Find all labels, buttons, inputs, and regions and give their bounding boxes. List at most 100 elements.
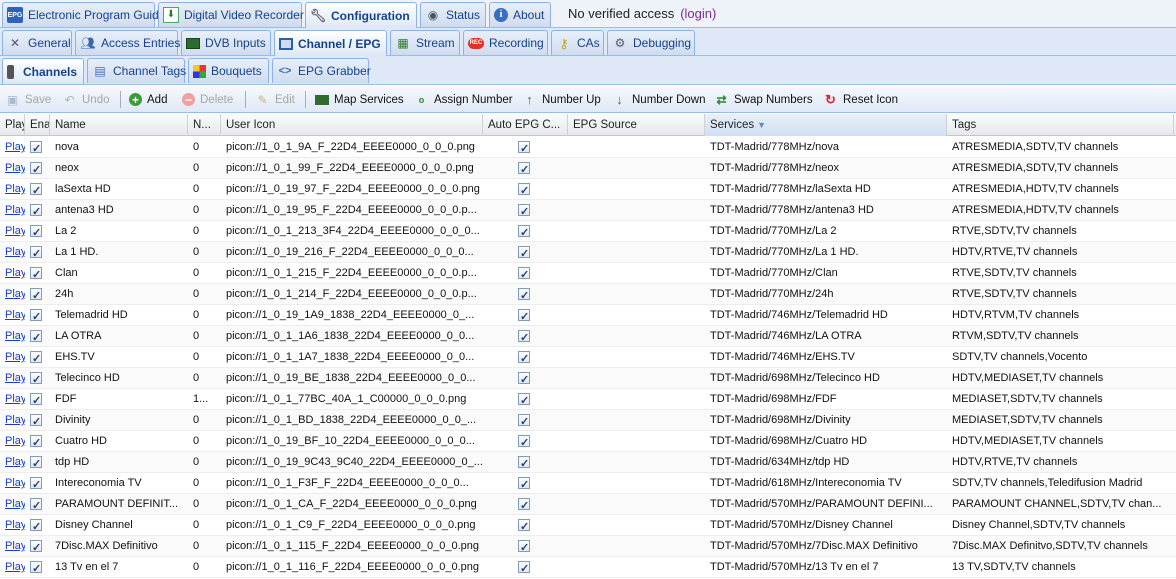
- auto-epg-checkbox[interactable]: [518, 307, 530, 325]
- play-link[interactable]: Play: [5, 141, 25, 153]
- play-link[interactable]: Play: [5, 309, 25, 321]
- auto-epg-checkbox[interactable]: [518, 412, 530, 430]
- auto-epg-checkbox[interactable]: [518, 454, 530, 472]
- number-down-button[interactable]: ↓ Number Down: [612, 90, 705, 109]
- table-row[interactable]: Play La 1 HD. 0 picon://1_0_19_216_F_22D4_E…: [0, 242, 1176, 263]
- auto-epg-checkbox[interactable]: [518, 370, 530, 388]
- login-link[interactable]: (login): [680, 6, 716, 21]
- enabled-checkbox[interactable]: [30, 244, 42, 262]
- play-link[interactable]: Play: [5, 204, 25, 216]
- enabled-checkbox[interactable]: [30, 307, 42, 325]
- enabled-checkbox[interactable]: [30, 454, 42, 472]
- tab-channels[interactable]: Channels: [2, 58, 84, 84]
- enabled-checkbox[interactable]: [30, 265, 42, 283]
- play-link[interactable]: Play: [5, 456, 25, 468]
- auto-epg-checkbox[interactable]: [518, 265, 530, 283]
- tab-bouquets[interactable]: Bouquets: [188, 58, 269, 83]
- play-link[interactable]: Play: [5, 162, 25, 174]
- tab-access-entries[interactable]: 👥︎ Access Entries: [75, 30, 180, 55]
- table-row[interactable]: Play nova 0 picon://1_0_1_9A_F_22D4_EEEE000…: [0, 137, 1176, 158]
- add-button[interactable]: + Add: [129, 90, 167, 109]
- col-header-tags[interactable]: Tags: [947, 114, 1174, 136]
- auto-epg-checkbox[interactable]: [518, 202, 530, 220]
- table-row[interactable]: Play Clan 0 picon://1_0_1_215_F_22D4_EEEE00…: [0, 263, 1176, 284]
- play-link[interactable]: Play: [5, 183, 25, 195]
- auto-epg-checkbox[interactable]: [518, 433, 530, 451]
- auto-epg-checkbox[interactable]: [518, 244, 530, 262]
- table-row[interactable]: Play LA OTRA 0 picon://1_0_1_1A6_1838_22D4_…: [0, 326, 1176, 347]
- enabled-checkbox[interactable]: [30, 370, 42, 388]
- col-header-auto-epg[interactable]: Auto EPG C...: [483, 114, 568, 136]
- auto-epg-checkbox[interactable]: [518, 517, 530, 535]
- play-link[interactable]: Play: [5, 498, 25, 510]
- play-link[interactable]: Play: [5, 225, 25, 237]
- enabled-checkbox[interactable]: [30, 202, 42, 220]
- play-link[interactable]: Play: [5, 246, 25, 258]
- enabled-checkbox[interactable]: [30, 475, 42, 493]
- table-row[interactable]: Play EHS.TV 0 picon://1_0_1_1A7_1838_22D4_E…: [0, 347, 1176, 368]
- enabled-checkbox[interactable]: [30, 223, 42, 241]
- tab-dvr[interactable]: ⬇ Digital Video Recorder: [158, 2, 304, 27]
- auto-epg-checkbox[interactable]: [518, 475, 530, 493]
- enabled-checkbox[interactable]: [30, 391, 42, 409]
- tab-about[interactable]: i About: [489, 2, 551, 27]
- tab-channel-tags[interactable]: ▤ Channel Tags: [87, 58, 186, 83]
- enabled-checkbox[interactable]: [30, 496, 42, 514]
- tab-epg[interactable]: EPG Electronic Program Guide: [2, 2, 165, 27]
- play-link[interactable]: Play: [5, 519, 25, 531]
- swap-numbers-button[interactable]: ⇄ Swap Numbers: [714, 90, 812, 109]
- play-link[interactable]: Play: [5, 330, 25, 342]
- table-row[interactable]: Play 24h 0 picon://1_0_1_214_F_22D4_EEEE000…: [0, 284, 1176, 305]
- delete-button[interactable]: − Delete: [182, 90, 233, 109]
- play-link[interactable]: Play: [5, 414, 25, 426]
- table-row[interactable]: Play Intereconomia TV 0 picon://1_0_1_F3F_F…: [0, 473, 1176, 494]
- play-link[interactable]: Play: [5, 288, 25, 300]
- tab-stream[interactable]: ▦ Stream: [390, 30, 460, 55]
- play-link[interactable]: Play: [5, 267, 25, 279]
- tab-epg-grabber[interactable]: <> EPG Grabber: [272, 58, 371, 83]
- enabled-checkbox[interactable]: [30, 559, 42, 577]
- table-row[interactable]: Play FDF 1... picon://1_0_1_77BC_40A_1_C000…: [0, 389, 1176, 410]
- auto-epg-checkbox[interactable]: [518, 181, 530, 199]
- save-button[interactable]: ▣ Save: [5, 90, 51, 109]
- table-row[interactable]: Play Divinity 0 picon://1_0_1_BD_1838_22D4_…: [0, 410, 1176, 431]
- table-row[interactable]: Play 7Disc.MAX Definitivo 0 picon://1_0_1_1…: [0, 536, 1176, 557]
- auto-epg-checkbox[interactable]: [518, 286, 530, 304]
- auto-epg-checkbox[interactable]: [518, 496, 530, 514]
- tab-debugging[interactable]: ⚙ Debugging: [607, 30, 695, 55]
- enabled-checkbox[interactable]: [30, 160, 42, 178]
- assign-number-button[interactable]: o Assign Number: [414, 90, 513, 109]
- enabled-checkbox[interactable]: [30, 286, 42, 304]
- enabled-checkbox[interactable]: [30, 181, 42, 199]
- tab-configuration[interactable]: 🔧︎ Configuration: [305, 2, 417, 28]
- table-row[interactable]: Play La 2 0 picon://1_0_1_213_3F4_22D4_EEEE…: [0, 221, 1176, 242]
- edit-button[interactable]: ✎ Edit: [255, 90, 294, 109]
- tab-general[interactable]: ✕ General: [2, 30, 72, 55]
- play-link[interactable]: Play: [5, 435, 25, 447]
- auto-epg-checkbox[interactable]: [518, 391, 530, 409]
- table-row[interactable]: Play 13 Tv en el 7 0 picon://1_0_1_116_F_22…: [0, 557, 1176, 578]
- tab-cas[interactable]: ⚷ CAs: [551, 30, 604, 55]
- play-link[interactable]: Play: [5, 351, 25, 363]
- tab-recording[interactable]: REC Recording: [463, 30, 548, 55]
- play-link[interactable]: Play: [5, 477, 25, 489]
- map-services-button[interactable]: Map Services: [315, 90, 404, 109]
- table-row[interactable]: Play PARAMOUNT DEFINIT... 0 picon://1_0_1_C…: [0, 494, 1176, 515]
- auto-epg-checkbox[interactable]: [518, 538, 530, 556]
- tab-status[interactable]: ◉ Status: [420, 2, 486, 27]
- tab-dvb-inputs[interactable]: DVB Inputs: [181, 30, 271, 55]
- table-row[interactable]: Play Disney Channel 0 picon://1_0_1_C9_F_22…: [0, 515, 1176, 536]
- undo-button[interactable]: ↶ Undo: [62, 90, 109, 109]
- table-row[interactable]: Play Cuatro HD 0 picon://1_0_19_BF_10_22D4_…: [0, 431, 1176, 452]
- play-link[interactable]: Play: [5, 561, 25, 573]
- play-link[interactable]: Play: [5, 393, 25, 405]
- reset-icon-button[interactable]: ↻ Reset Icon: [823, 90, 898, 109]
- col-header-number[interactable]: N...: [188, 114, 221, 136]
- play-link[interactable]: Play: [5, 372, 25, 384]
- enabled-checkbox[interactable]: [30, 349, 42, 367]
- col-header-epg-source[interactable]: EPG Source: [568, 114, 705, 136]
- auto-epg-checkbox[interactable]: [518, 559, 530, 577]
- col-header-play[interactable]: Play: [0, 114, 25, 136]
- table-row[interactable]: Play Telecinco HD 0 picon://1_0_19_BE_1838_…: [0, 368, 1176, 389]
- table-row[interactable]: Play Telemadrid HD 0 picon://1_0_19_1A9_183…: [0, 305, 1176, 326]
